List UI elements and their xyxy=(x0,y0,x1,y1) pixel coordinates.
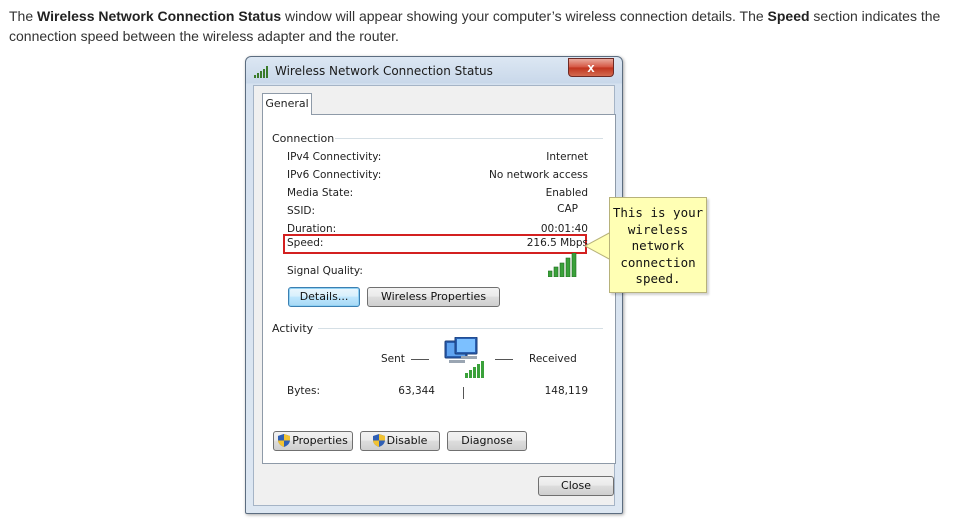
signal-bars-icon xyxy=(254,66,270,81)
speed-value: 216.5 Mbps xyxy=(526,237,588,249)
activity-divider xyxy=(318,328,603,329)
intro-paragraph: The Wireless Network Connection Status w… xyxy=(9,6,959,46)
bytes-label: Bytes: xyxy=(287,385,321,397)
callout-line-5: speed. xyxy=(635,271,681,286)
callout-arrow-icon xyxy=(583,226,612,271)
activity-group-label: Activity xyxy=(272,322,314,335)
activity-separator xyxy=(463,387,464,399)
wireless-properties-button[interactable]: Wireless Properties xyxy=(367,287,500,307)
window-title: Wireless Network Connection Status xyxy=(275,64,493,78)
window-client-area: General Connection IPv4 Connectivity: In… xyxy=(253,85,616,506)
ipv6-value: No network access xyxy=(489,169,588,181)
callout-line-1: This is your xyxy=(612,205,704,220)
sent-label: Sent xyxy=(381,353,405,365)
disable-button[interactable]: Disable xyxy=(360,431,440,451)
title-bar[interactable]: Wireless Network Connection Status x xyxy=(246,57,622,85)
signal-quality-label: Signal Quality: xyxy=(287,265,363,277)
intro-text-2: window will appear showing your computer… xyxy=(281,8,768,24)
ipv6-label: IPv6 Connectivity: xyxy=(287,169,382,181)
properties-button[interactable]: Properties xyxy=(273,431,353,451)
intro-text-1: The xyxy=(9,8,38,24)
uac-shield-icon xyxy=(278,434,291,453)
general-tab-panel: Connection IPv4 Connectivity: Internet I… xyxy=(262,114,616,464)
signal-strength-icon xyxy=(547,252,578,280)
speed-label: Speed: xyxy=(287,237,324,249)
close-window-button[interactable]: x xyxy=(568,58,614,77)
close-button[interactable]: Close xyxy=(538,476,614,496)
ssid-value: CAP xyxy=(557,203,578,215)
ssid-label: SSID: xyxy=(287,205,316,217)
ipv4-label: IPv4 Connectivity: xyxy=(287,151,382,163)
bytes-sent-value: 63,344 xyxy=(398,385,435,397)
disable-button-label: Disable xyxy=(386,434,428,447)
sent-line xyxy=(411,359,429,360)
media-state-value: Enabled xyxy=(545,187,588,199)
diagnose-button[interactable]: Diagnose xyxy=(447,431,527,451)
received-label: Received xyxy=(529,353,577,365)
tab-general[interactable]: General xyxy=(262,93,312,115)
media-state-label: Media State: xyxy=(287,187,354,199)
speed-callout: This is your wireless network connection… xyxy=(609,197,707,293)
network-computers-icon xyxy=(443,336,489,384)
connection-divider xyxy=(335,138,603,139)
uac-shield-icon xyxy=(372,434,385,453)
status-window: Wireless Network Connection Status x Gen… xyxy=(245,56,623,514)
received-line xyxy=(495,359,513,360)
details-button[interactable]: Details... xyxy=(288,287,360,307)
connection-group-label: Connection xyxy=(272,132,335,145)
bytes-received-value: 148,119 xyxy=(544,385,588,397)
callout-line-2: wireless xyxy=(627,221,689,237)
ipv4-value: Internet xyxy=(546,151,588,163)
callout-line-3: network xyxy=(631,238,685,253)
intro-bold-speed: Speed xyxy=(767,8,810,24)
intro-bold-window-name: Wireless Network Connection Status xyxy=(37,8,282,24)
properties-button-label: Properties xyxy=(292,434,348,447)
callout-line-4: connection xyxy=(620,254,696,270)
